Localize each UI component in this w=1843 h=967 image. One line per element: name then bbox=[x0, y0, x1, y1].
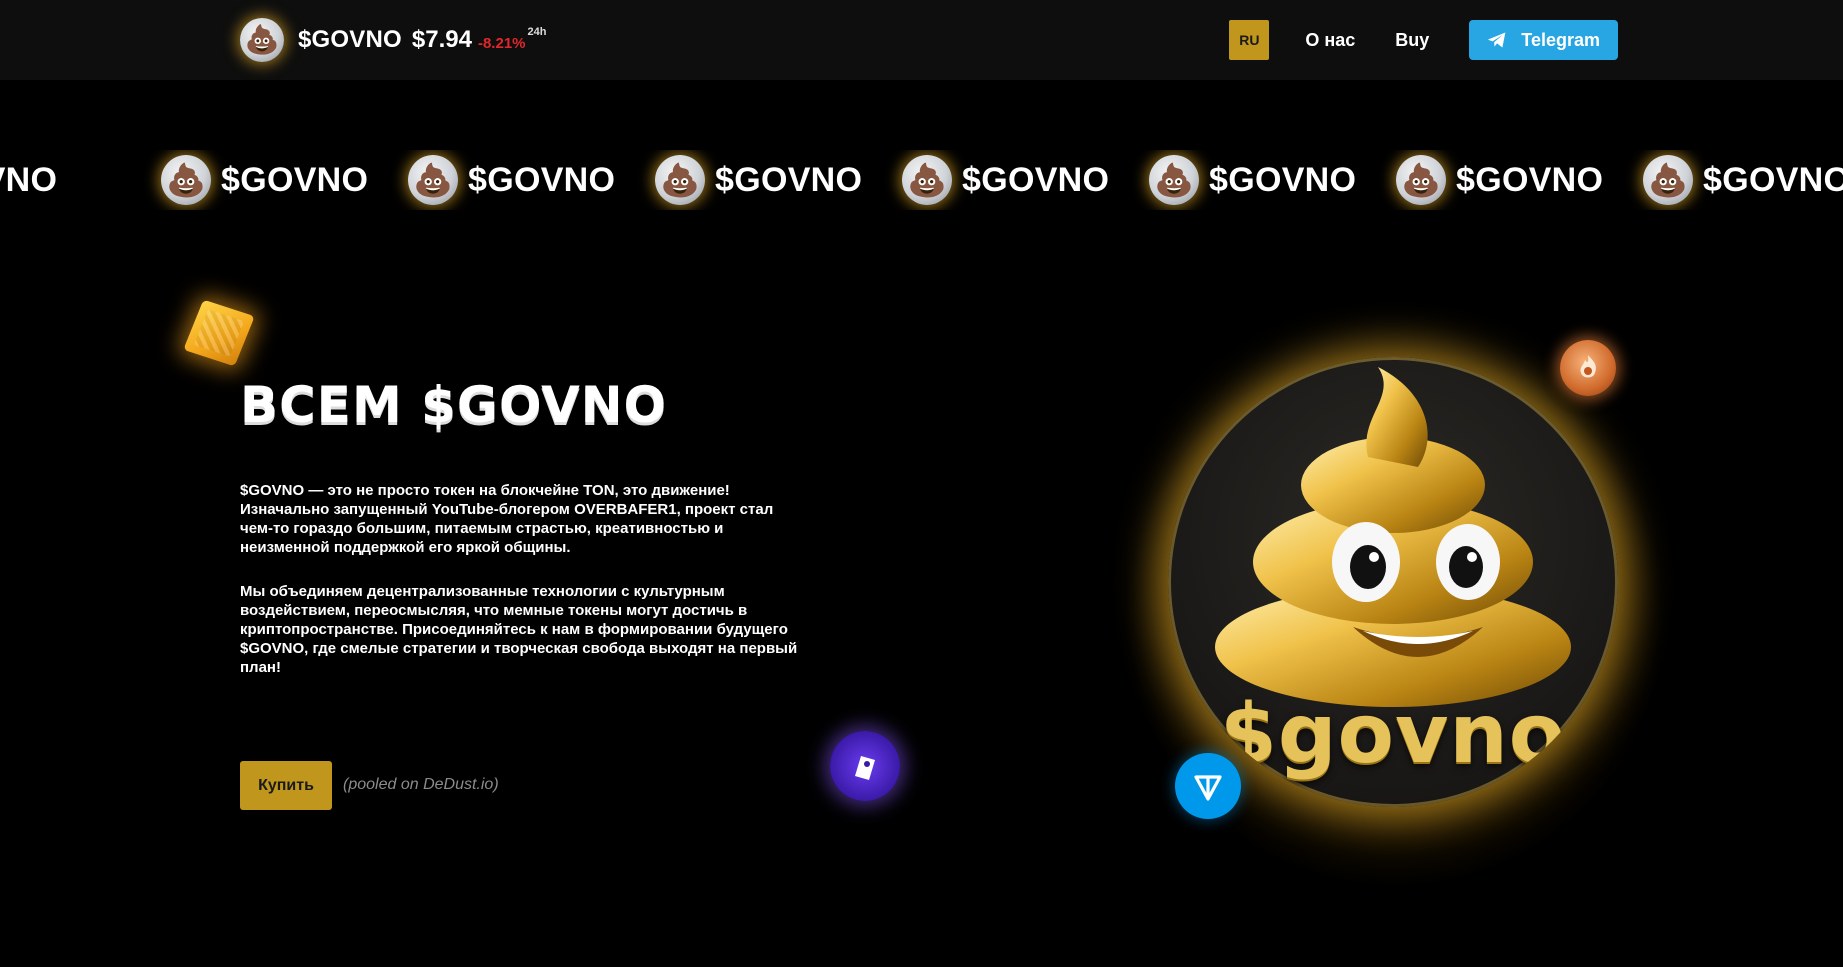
mascot-coin-image: $govno bbox=[1168, 357, 1618, 807]
ticker-marquee: 💩 $GOVNO 💩 $GOVNO 💩 $GOVNO 💩 $GOVNO 💩 $G… bbox=[0, 150, 1843, 210]
language-switch-button[interactable]: RU bbox=[1229, 20, 1270, 60]
marquee-item: 💩 $GOVNO bbox=[408, 150, 615, 210]
poop-coin-icon: 💩 bbox=[1149, 155, 1199, 205]
marquee-text: $GOVNO bbox=[1209, 160, 1357, 199]
marquee-text: $GOVNO bbox=[715, 160, 863, 199]
top-bar: 💩 $GOVNO $7.94 -8.21% 24h RU О нас Buy T… bbox=[0, 0, 1843, 80]
gold-cube-icon bbox=[183, 299, 255, 367]
marquee-item: 💩 $GOVNO bbox=[902, 150, 1109, 210]
nav-about-link[interactable]: О нас bbox=[1305, 30, 1355, 51]
marquee-item: 💩 $GOVNO bbox=[161, 150, 368, 210]
marquee-text: $GOVNO bbox=[468, 160, 616, 199]
main-nav: RU О нас Buy Telegram bbox=[1229, 20, 1618, 60]
marquee-text: $GOVNO bbox=[1703, 160, 1843, 199]
marquee-text: $GOVNO bbox=[1456, 160, 1604, 199]
price-change: -8.21% bbox=[477, 34, 526, 52]
poop-coin-icon: 💩 bbox=[1643, 155, 1693, 205]
marquee-text: $GOVNO bbox=[962, 160, 1110, 199]
poop-coin-icon: 💩 bbox=[655, 155, 705, 205]
marquee-item: 💩 $GOVNO bbox=[655, 150, 862, 210]
telegram-label: Telegram bbox=[1521, 29, 1600, 50]
ton-logo-icon bbox=[1175, 753, 1241, 819]
hero-title: ВСЕМ $GOVNO bbox=[240, 376, 668, 434]
token-price: $7.94 bbox=[411, 26, 472, 53]
price-change-period: 24h bbox=[527, 26, 547, 38]
pooled-note: (pooled on DeDust.io) bbox=[343, 776, 499, 793]
token-name: $GOVNO bbox=[298, 26, 402, 53]
hero-paragraph-2: Мы объединяем децентрализованные техноло… bbox=[240, 583, 798, 676]
poop-coin-icon: 💩 bbox=[1396, 155, 1446, 205]
fire-badge-icon bbox=[1560, 340, 1616, 396]
poop-coin-icon: 💩 bbox=[240, 18, 284, 62]
marquee-item: 💩 $GOVNO bbox=[1149, 150, 1356, 210]
hero-paragraph-1: $GOVNO — это не просто токен на блокчейн… bbox=[240, 482, 774, 556]
marquee-item: 💩 $GOVNO bbox=[0, 150, 57, 210]
buy-button[interactable]: Купить bbox=[240, 761, 332, 810]
poop-coin-icon: 💩 bbox=[408, 155, 458, 205]
marquee-text: $GOVNO bbox=[221, 160, 369, 199]
dedust-logo-icon bbox=[830, 731, 900, 801]
marquee-item: 💩 $GOVNO bbox=[1396, 150, 1603, 210]
marquee-item: 💩 $GOVNO bbox=[1643, 150, 1843, 210]
poop-coin-icon: 💩 bbox=[902, 155, 952, 205]
poop-coin-icon: 💩 bbox=[161, 155, 211, 205]
nav-buy-link[interactable]: Buy bbox=[1395, 30, 1429, 51]
telegram-icon bbox=[1488, 32, 1506, 48]
telegram-button[interactable]: Telegram bbox=[1469, 20, 1618, 60]
marquee-text: $GOVNO bbox=[0, 160, 58, 199]
token-ticker: 💩 $GOVNO $7.94 -8.21% 24h bbox=[240, 18, 546, 62]
